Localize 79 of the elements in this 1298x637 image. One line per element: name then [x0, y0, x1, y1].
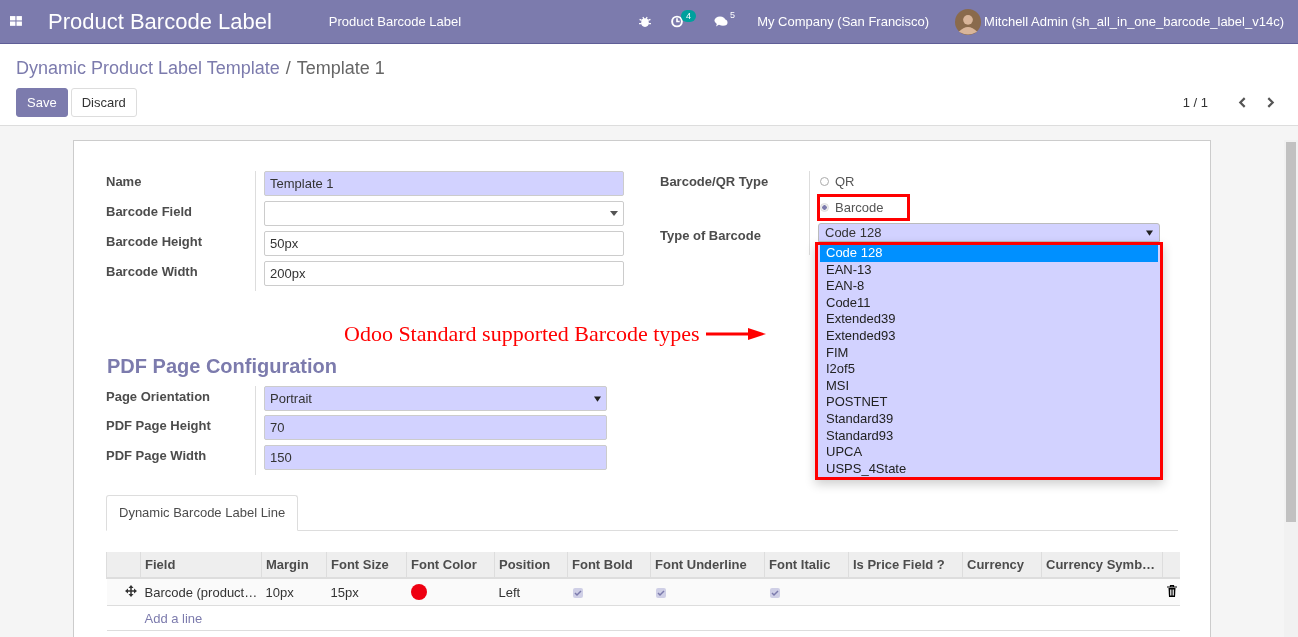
dropdown-option[interactable]: Standard39	[820, 410, 1158, 428]
field-label: Barcode Field	[106, 201, 256, 231]
caret-icon	[1146, 229, 1153, 236]
save-button[interactable]: Save	[16, 88, 68, 117]
dropdown-option[interactable]: UPCA	[820, 444, 1158, 461]
dropdown-option[interactable]: USPS_4State	[820, 460, 1158, 478]
app-title: Product Barcode Label	[48, 8, 272, 35]
tab[interactable]: Dynamic Barcode Label Line	[106, 495, 299, 531]
column-header[interactable]: Is Price Field ?	[848, 552, 963, 578]
dropdown-option[interactable]: Extended39	[820, 311, 1158, 328]
dropdown-option[interactable]: I2of5	[820, 361, 1158, 378]
field-label: PDF Page Width	[106, 445, 256, 475]
breadcrumb-current: Template 1	[296, 58, 385, 79]
field-label: Barcode/QR Type	[660, 171, 810, 225]
table-cell: 10px	[261, 578, 327, 606]
chat-icon[interactable]	[714, 15, 729, 28]
add-line-link[interactable]: Add a line	[144, 610, 203, 626]
column-header[interactable]: Font Bold	[567, 552, 651, 578]
column-header[interactable]: Currency Symb…	[1041, 552, 1163, 578]
table-cell: 15px	[326, 578, 407, 606]
pager-value: 1 / 1	[1182, 95, 1208, 110]
dropdown-option[interactable]: Code11	[820, 294, 1158, 312]
input-field[interactable]: 200px	[264, 261, 624, 286]
table-cell: Barcode (product…	[140, 578, 262, 606]
checkbox[interactable]	[769, 588, 780, 599]
column-header[interactable]: Font Italic	[764, 552, 849, 578]
message-count: 5	[730, 10, 736, 20]
trash-icon[interactable]	[1166, 584, 1177, 597]
breadcrumb-link[interactable]: Dynamic Product Label Template	[16, 58, 280, 79]
select-field[interactable]: Portrait	[264, 386, 607, 411]
input-field[interactable]: 150	[264, 445, 607, 470]
dropdown-option[interactable]: EAN-8	[820, 278, 1158, 295]
field-label: Barcode Width	[106, 261, 256, 291]
section-title: PDF Page Configuration	[107, 355, 337, 378]
column-header[interactable]: Field	[140, 552, 262, 578]
field-label: Page Orientation	[106, 386, 256, 415]
column-header[interactable]: Font Underline	[650, 552, 765, 578]
radio-label[interactable]: QR	[835, 174, 855, 189]
clock-icon[interactable]	[670, 15, 685, 28]
column-header[interactable]: Font Color	[406, 552, 495, 578]
activity-count-badge: 4	[681, 10, 697, 22]
field-label: PDF Page Height	[106, 415, 256, 445]
column-header[interactable]: Margin	[261, 552, 327, 578]
select-field[interactable]: Code 128	[818, 223, 1160, 242]
avatar-icon[interactable]	[955, 8, 982, 35]
caret-icon	[594, 395, 601, 402]
scrollbar[interactable]	[1284, 140, 1298, 637]
table-cell: Left	[494, 578, 568, 606]
checkbox[interactable]	[572, 588, 583, 599]
input-field[interactable]: 50px	[264, 231, 624, 256]
annotation-text: Odoo Standard supported Barcode types	[344, 321, 700, 347]
next-icon[interactable]	[1265, 97, 1276, 108]
dropdown-option[interactable]: POSTNET	[820, 394, 1158, 411]
annotation-arrow	[705, 328, 766, 340]
previous-icon[interactable]	[1237, 97, 1248, 108]
dropdown-option[interactable]: EAN-13	[820, 261, 1158, 279]
company-switcher[interactable]: My Company (San Francisco)	[757, 14, 930, 29]
column-header[interactable]: Font Size	[326, 552, 407, 578]
field-label: Type of Barcode	[660, 225, 810, 255]
menu-item[interactable]: Product Barcode Label	[328, 14, 462, 29]
discard-button[interactable]: Discard	[70, 88, 137, 117]
dropdown-field[interactable]	[264, 201, 624, 226]
dropdown-option[interactable]: Standard93	[820, 427, 1158, 445]
field-label: Name	[106, 171, 256, 201]
column-header[interactable]: Position	[494, 552, 568, 578]
bug-icon[interactable]	[638, 15, 653, 28]
apps-menu-icon[interactable]	[10, 15, 23, 28]
dropdown-option[interactable]: Extended93	[820, 327, 1158, 345]
field-label: Barcode Height	[106, 231, 256, 261]
user-menu[interactable]: Mitchell Admin (sh_all_in_one_barcode_label_v14c)	[984, 14, 1284, 29]
drag-handle-icon[interactable]	[124, 584, 137, 597]
dropdown-option[interactable]: FIM	[820, 344, 1158, 362]
input-field[interactable]: Template 1	[264, 171, 624, 196]
column-header[interactable]: Currency	[962, 552, 1042, 578]
breadcrumb-separator: /	[285, 58, 291, 79]
input-field[interactable]: 70	[264, 415, 607, 440]
caret-icon	[610, 211, 618, 216]
dropdown-option[interactable]: MSI	[820, 377, 1158, 395]
checkbox[interactable]	[655, 588, 666, 599]
